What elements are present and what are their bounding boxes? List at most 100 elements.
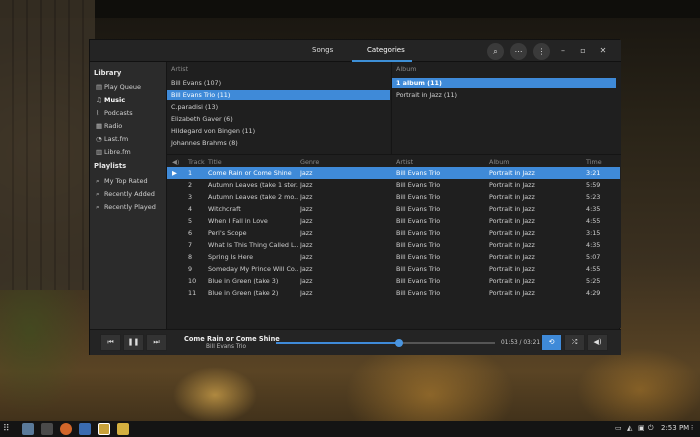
column-header-artist[interactable]: Artist <box>396 158 413 166</box>
cell-genre: Jazz <box>300 169 313 177</box>
cell-artist: Bill Evans Trio <box>396 181 441 189</box>
bell-icon[interactable]: ◭ <box>627 424 632 432</box>
librefm-icon: ▥ <box>96 148 103 156</box>
sidebar-item-music[interactable]: ♫ Music <box>96 96 125 104</box>
power-icon[interactable]: ⏻ <box>648 424 654 433</box>
search-icon: ⌕ <box>96 190 100 198</box>
sidebar-item-my-top-rated[interactable]: ⌕ My Top Rated <box>96 177 148 186</box>
app-grid-icon[interactable]: ⠿ <box>3 423 15 435</box>
artist-row[interactable]: Bill Evans (107) <box>167 78 390 88</box>
cell-album: Portrait in Jazz <box>489 241 535 249</box>
notification-panel-icon[interactable]: ⁝ <box>691 424 693 432</box>
cell-track: 7 <box>188 241 193 249</box>
column-header-time[interactable]: Time <box>586 158 602 166</box>
sidebar: Library ▤ Play Queue ♫ Music ⌇ Podcasts ▦ Ra… <box>90 62 167 355</box>
firefox-app-icon[interactable] <box>60 423 72 435</box>
sidebar-item-librefm[interactable]: ▥ Libre.fm <box>96 148 131 156</box>
sidebar-item-recently-added[interactable]: ⌕ Recently Added <box>96 190 155 199</box>
column-header-track[interactable]: Track <box>188 158 205 166</box>
cell-genre: Jazz <box>300 193 313 201</box>
tab-categories[interactable]: Categories <box>367 46 405 54</box>
sidebar-item-play-queue[interactable]: ▤ Play Queue <box>96 83 141 91</box>
taskbar: ⠿ ▭ ◭ ▣ ⏻ 2:53 PM ⁝ <box>0 421 700 437</box>
cell-artist: Bill Evans Trio <box>396 277 441 285</box>
cell-artist: Bill Evans Trio <box>396 241 441 249</box>
clock[interactable]: 2:53 PM <box>661 424 689 432</box>
column-header-genre[interactable]: Genre <box>300 158 319 166</box>
now-playing-title: Come Rain or Come Shine <box>184 335 280 343</box>
other-app-icon[interactable] <box>117 423 129 435</box>
cell-title: Witchcraft <box>208 205 241 213</box>
chat-icon[interactable]: ▭ <box>615 424 622 432</box>
next-button[interactable]: ⏭ <box>146 334 167 351</box>
track-row[interactable]: 4 Witchcraft Jazz Bill Evans Trio Portrait i… <box>167 203 620 215</box>
tab-songs[interactable]: Songs <box>312 46 333 54</box>
cell-artist: Bill Evans Trio <box>396 229 441 237</box>
download-app-icon[interactable] <box>22 423 34 435</box>
track-row[interactable]: 9 Someday My Prince Will Co... Jazz Bill Ev… <box>167 263 620 275</box>
search-icon[interactable]: ⌕ <box>487 43 504 60</box>
cell-artist: Bill Evans Trio <box>396 265 441 273</box>
cell-track: 8 <box>188 253 193 261</box>
artist-row[interactable]: Johannes Brahms (8) <box>167 138 390 148</box>
seek-bar[interactable] <box>276 339 495 347</box>
track-row[interactable]: 10 Blue in Green (take 3) Jazz Bill Evans T… <box>167 275 620 287</box>
column-header-title[interactable]: Title <box>208 158 222 166</box>
artist-column-header[interactable]: Artist <box>171 65 188 73</box>
track-row[interactable]: 3 Autumn Leaves (take 2 mo... Jazz Bill Eva… <box>167 191 620 203</box>
cell-album: Portrait in Jazz <box>489 181 535 189</box>
cell-genre: Jazz <box>300 229 313 237</box>
track-row[interactable]: 6 Peri's Scope Jazz Bill Evans Trio Portrait… <box>167 227 620 239</box>
close-icon[interactable]: ✕ <box>597 45 609 57</box>
music-app-icon[interactable] <box>98 423 110 435</box>
track-row[interactable]: 7 What Is This Thing Called L... Jazz Bill … <box>167 239 620 251</box>
repeat-icon: ⟲ <box>548 338 555 346</box>
column-header-album[interactable]: Album <box>489 158 509 166</box>
cell-track: 9 <box>188 265 193 273</box>
artist-row[interactable]: C.paradisi (13) <box>167 102 390 112</box>
playback-time: 01:53 / 03:21 <box>501 340 541 346</box>
artist-row[interactable]: Elizabeth Gaver (6) <box>167 114 390 124</box>
track-row[interactable]: 11 Blue in Green (take 2) Jazz Bill Evans T… <box>167 287 620 299</box>
track-row[interactable]: 5 When I Fall in Love Jazz Bill Evans Trio P… <box>167 215 620 227</box>
track-row[interactable]: 8 Spring Is Here Jazz Bill Evans Trio Portra… <box>167 251 620 263</box>
maximize-icon[interactable]: ▫ <box>577 45 589 57</box>
cell-title: Come Rain or Come Shine <box>208 169 292 177</box>
cell-genre: Jazz <box>300 253 313 261</box>
speaker-icon: ◀) <box>172 158 180 166</box>
seek-handle[interactable] <box>394 339 403 347</box>
cell-title: What Is This Thing Called L... <box>208 241 298 249</box>
cell-time: 5:07 <box>586 253 601 261</box>
settings-app-icon[interactable] <box>79 423 91 435</box>
menu-vertical-icon[interactable]: ⋮ <box>533 43 550 60</box>
sidebar-item-lastfm[interactable]: ◔ Last.fm <box>96 135 128 143</box>
lock-icon[interactable]: ▣ <box>638 424 645 432</box>
more-horizontal-icon[interactable]: ⋯ <box>510 43 527 60</box>
cell-title: Blue in Green (take 2) <box>208 289 279 297</box>
album-row[interactable]: Portrait in Jazz (11) <box>392 90 616 100</box>
next-icon: ⏭ <box>153 338 160 346</box>
track-row[interactable]: 2 Autumn Leaves (take 1 ster... Jazz Bill E… <box>167 179 620 191</box>
sidebar-item-podcasts[interactable]: ⌇ Podcasts <box>96 109 133 117</box>
repeat-button[interactable]: ⟲ <box>541 334 562 351</box>
playlists-heading: Playlists <box>94 162 127 170</box>
album-row-selected[interactable]: 1 album (11) <box>392 78 616 88</box>
cell-time: 5:59 <box>586 181 601 189</box>
cell-title: Blue in Green (take 3) <box>208 277 279 285</box>
sidebar-item-recently-played[interactable]: ⌕ Recently Played <box>96 203 156 212</box>
cell-genre: Jazz <box>300 265 313 273</box>
artist-pane: Artist Bill Evans (107) Bill Evans Trio … <box>167 62 390 154</box>
shuffle-button[interactable]: ⤮ <box>564 334 585 351</box>
files-app-icon[interactable] <box>41 423 53 435</box>
sidebar-item-radio[interactable]: ▦ Radio <box>96 122 122 130</box>
track-row-playing[interactable]: ▶ 1 Come Rain or Come Shine Jazz Bill Evans … <box>167 167 620 179</box>
album-column-header[interactable]: Album <box>396 65 416 73</box>
cell-genre: Jazz <box>300 217 313 225</box>
previous-button[interactable]: ⏮ <box>100 334 121 351</box>
volume-button[interactable]: ◀) <box>587 334 608 351</box>
pause-button[interactable]: ❚❚ <box>123 334 144 351</box>
now-playing-artist: Bill Evans Trio <box>206 344 247 350</box>
minimize-icon[interactable]: – <box>557 45 569 57</box>
artist-row[interactable]: Hildegard von Bingen (11) <box>167 126 390 136</box>
artist-row-selected[interactable]: Bill Evans Trio (11) <box>167 90 390 100</box>
